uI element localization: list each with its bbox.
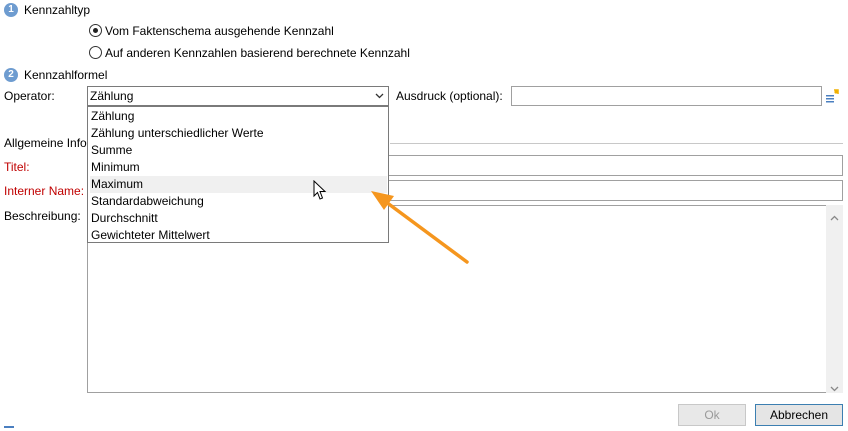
expression-input[interactable] <box>511 86 822 106</box>
operator-select[interactable]: Zählung <box>87 86 389 106</box>
dropdown-option-durchschnitt[interactable]: Durchschnitt <box>90 210 387 227</box>
radio-selected-dot <box>93 28 98 33</box>
dropdown-option-maximum[interactable]: Maximum <box>90 176 387 193</box>
operator-dropdown-list: Zählung Zählung unterschiedlicher Werte … <box>87 106 389 243</box>
scroll-up-icon[interactable] <box>830 210 839 224</box>
description-scrollbar[interactable] <box>826 205 843 393</box>
step-1-badge: 1 <box>4 3 18 17</box>
dropdown-option-zaehlung-unterschiedlich[interactable]: Zählung unterschiedlicher Werte <box>90 125 387 142</box>
step-2-badge: 2 <box>4 68 18 82</box>
mouse-cursor-icon <box>313 179 327 204</box>
section-type-title: Kennzahltyp <box>24 3 91 17</box>
dropdown-option-zaehlung[interactable]: Zählung <box>90 108 387 125</box>
description-label: Beschreibung: <box>4 209 81 223</box>
expression-label: Ausdruck (optional): <box>396 89 503 103</box>
dropdown-option-summe[interactable]: Summe <box>90 142 387 159</box>
section-formula-title: Kennzahlformel <box>24 68 108 82</box>
chevron-down-icon[interactable] <box>371 87 388 105</box>
scroll-down-icon[interactable] <box>830 381 839 395</box>
operator-select-value: Zählung <box>90 89 134 103</box>
dropdown-option-minimum[interactable]: Minimum <box>90 159 387 176</box>
radio-faktenschema[interactable] <box>89 24 102 37</box>
ok-button[interactable]: Ok <box>678 404 746 426</box>
radio-berechnet-label[interactable]: Auf anderen Kennzahlen basierend berechn… <box>105 46 410 60</box>
status-indicator <box>4 426 14 428</box>
radio-berechnet[interactable] <box>89 46 102 59</box>
dropdown-option-standardabweichung[interactable]: Standardabweichung <box>90 193 387 210</box>
dropdown-option-gewichteter-mittelwert[interactable]: Gewichteter Mittelwert <box>90 227 387 244</box>
operator-label: Operator: <box>4 89 55 103</box>
general-info-separator <box>390 143 843 144</box>
list-edit-icon[interactable] <box>825 89 839 103</box>
internal-name-label: Interner Name: <box>4 184 85 198</box>
title-label: Titel: <box>4 160 30 174</box>
radio-faktenschema-label[interactable]: Vom Faktenschema ausgehende Kennzahl <box>105 24 334 38</box>
annotation-arrow-icon <box>360 185 475 273</box>
cancel-button[interactable]: Abbrechen <box>755 404 843 426</box>
general-info-title: Allgemeine Info <box>4 136 87 150</box>
